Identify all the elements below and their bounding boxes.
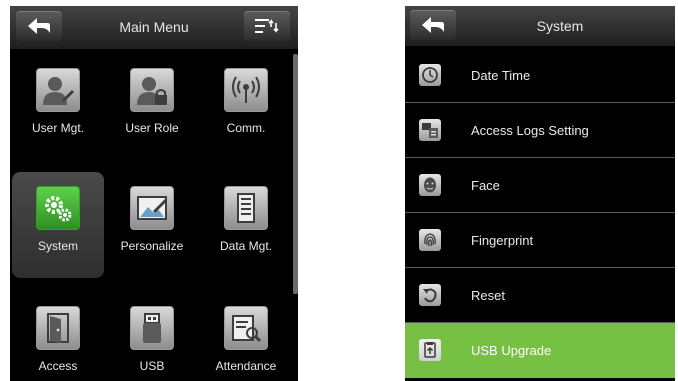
tile-label: System	[37, 239, 78, 253]
scrollbar[interactable]	[293, 54, 298, 294]
list-item-label: Access Logs Setting	[471, 123, 589, 138]
list-item-fingerprint[interactable]: Fingerprint	[405, 213, 675, 268]
list-item-label: Date Time	[471, 68, 531, 83]
list-item-label: Fingerprint	[471, 233, 534, 248]
door-icon	[36, 306, 80, 350]
picture-pen-icon	[130, 186, 174, 230]
gears-icon	[36, 186, 80, 230]
tile-label: Comm.	[226, 121, 266, 135]
user-lock-icon	[130, 68, 174, 112]
page-title: System	[536, 18, 584, 34]
list-item-date-time[interactable]: Date Time	[405, 48, 675, 103]
list-item-label: Reset	[471, 288, 505, 303]
tile-system[interactable]: System	[12, 172, 104, 278]
tile-label: Access	[38, 359, 78, 373]
back-button[interactable]	[16, 11, 62, 41]
back-arrow-icon	[422, 17, 444, 33]
wireless-signal-icon	[224, 68, 268, 112]
fingerprint-icon	[419, 229, 441, 251]
tile-data-mgt[interactable]: Data Mgt.	[200, 172, 292, 278]
tile-label: Attendance	[215, 359, 277, 373]
clock-icon	[419, 64, 441, 86]
tile-user-mgt[interactable]: User Mgt.	[12, 54, 104, 160]
tile-personalize[interactable]: Personalize	[106, 172, 198, 278]
face-icon	[419, 174, 441, 196]
sort-button[interactable]	[244, 11, 290, 41]
usb-drive-icon	[130, 306, 174, 350]
tile-access[interactable]: Access	[12, 292, 104, 381]
tile-label: USB	[139, 359, 165, 373]
sort-icon	[255, 19, 279, 33]
tile-usb[interactable]: USB	[106, 292, 198, 381]
usb-upgrade-icon	[419, 339, 441, 361]
page-title: Main Menu	[119, 19, 189, 35]
computer-tower-icon	[224, 186, 268, 230]
list-item-usb-upgrade[interactable]: USB Upgrade	[405, 323, 675, 378]
tile-label: Personalize	[120, 239, 184, 253]
list-item-face[interactable]: Face	[405, 158, 675, 213]
tile-attendance[interactable]: Attendance	[200, 292, 292, 381]
back-arrow-icon	[28, 18, 50, 34]
system-header: System	[405, 6, 675, 46]
report-search-icon	[224, 306, 268, 350]
main-menu-header: Main Menu	[10, 6, 298, 49]
logs-setting-icon	[419, 119, 441, 141]
system-screen: System Date Time Access Logs Setting Fac…	[405, 6, 675, 381]
tile-user-role[interactable]: User Role	[106, 54, 198, 160]
system-settings-list: Date Time Access Logs Setting Face Finge…	[405, 48, 675, 378]
main-menu-screen: Main Menu User Mgt. User Role Comm. Syst…	[10, 6, 298, 381]
reset-icon	[419, 284, 441, 306]
list-item-reset[interactable]: Reset	[405, 268, 675, 323]
user-edit-icon	[36, 68, 80, 112]
list-item-label: Face	[471, 178, 500, 193]
tile-label: User Role	[125, 121, 179, 135]
tile-label: User Mgt.	[31, 121, 84, 135]
tile-comm[interactable]: Comm.	[200, 54, 292, 160]
tile-label: Data Mgt.	[219, 239, 273, 253]
list-item-access-logs-setting[interactable]: Access Logs Setting	[405, 103, 675, 158]
back-button[interactable]	[410, 10, 456, 40]
list-item-label: USB Upgrade	[471, 343, 552, 358]
